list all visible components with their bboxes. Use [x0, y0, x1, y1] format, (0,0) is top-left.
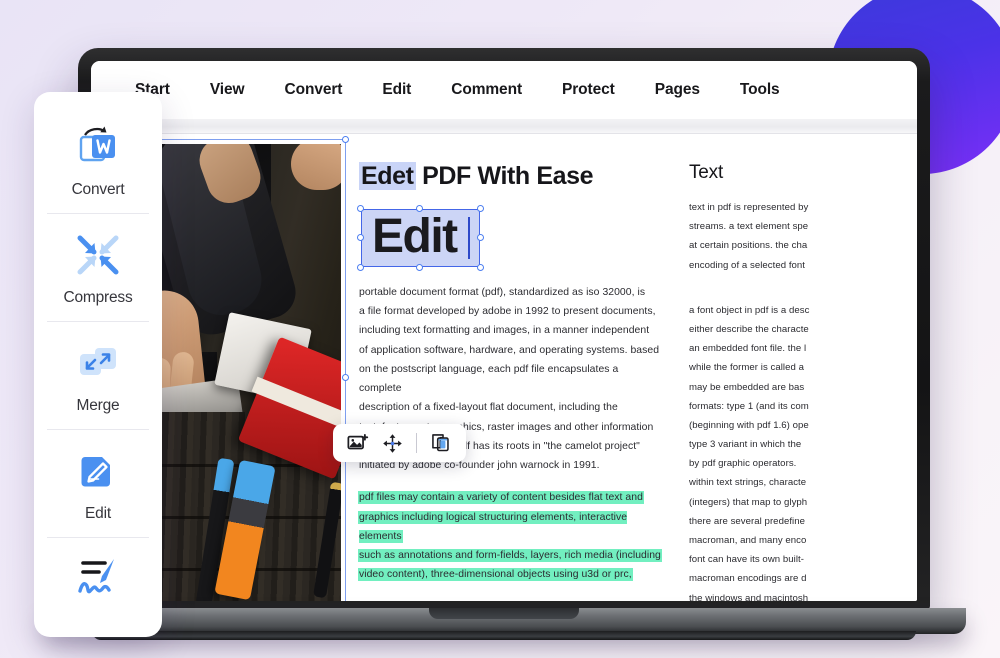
document-paragraph-3: and various other data formats. the pdf …	[359, 598, 661, 601]
paragraph-line: portable document format (pdf), standard…	[359, 286, 646, 298]
delete-icon[interactable]	[430, 432, 452, 454]
document-heading: Edet PDF With Ease	[359, 162, 661, 191]
paragraph-line: encoding of a selected font	[689, 259, 806, 271]
heading-rest: PDF With Ease	[415, 162, 594, 190]
paragraph-line: streams. a text element spe	[689, 221, 809, 233]
edit-textbox-value: Edit	[372, 210, 458, 263]
menu-item-view[interactable]: View	[210, 81, 245, 99]
sidebar-item-merge[interactable]: Merge	[34, 322, 162, 429]
compress-arrows-icon	[71, 228, 125, 282]
paragraph-line: (beginning with pdf 1.6) ope	[689, 419, 809, 431]
paragraph-line: formats: type 1 (and its com	[689, 400, 809, 412]
paragraph-line: by pdf graphic operators.	[689, 458, 797, 470]
paragraph-line: within text strings, characte	[689, 477, 807, 489]
paragraph-line: including text formatting and images, in…	[359, 325, 650, 337]
paragraph-line: an embedded font file. the l	[689, 343, 807, 355]
add-image-icon[interactable]	[347, 432, 369, 454]
laptop-foot	[92, 631, 916, 640]
paragraph-line: text in pdf is represented by	[689, 202, 809, 213]
right-paragraph-2: a font object in pdf is a desc either de…	[689, 301, 917, 601]
sidebar-label-convert: Convert	[71, 181, 125, 198]
convert-to-word-icon	[71, 120, 125, 174]
resize-handle-tr[interactable]	[342, 136, 349, 143]
paragraph-line: macroman encodings are d	[689, 573, 807, 585]
textbox-handle-bc[interactable]	[416, 263, 424, 271]
sidebar-label-edit: Edit	[85, 505, 111, 522]
paragraph-line: (integers) that map to glyph	[689, 496, 808, 508]
textbox-handle-tr[interactable]	[476, 205, 484, 212]
document-paragraph-highlighted: pdf files may contain a variety of conte…	[359, 488, 661, 584]
paragraph-line: type 3 variant in which the	[689, 439, 802, 451]
laptop-bezel: Start View Convert Edit Comment Protect …	[78, 48, 930, 610]
menu-item-edit[interactable]: Edit	[382, 81, 411, 99]
textbox-handle-mr[interactable]	[476, 233, 484, 241]
highlighted-line: video content), three-dimensional object…	[359, 569, 632, 581]
right-paragraph-1: text in pdf is represented by streams. a…	[689, 198, 917, 275]
paragraph-line: the windows and macintosh	[689, 592, 809, 601]
merge-pages-icon	[71, 336, 125, 390]
paragraph-line: description of a fixed-layout flat docum…	[359, 402, 618, 414]
textbox-handle-ml[interactable]	[357, 233, 364, 241]
menu-item-tools[interactable]: Tools	[740, 81, 780, 99]
paragraph-line: of application software, hardware, and o…	[359, 344, 660, 356]
textbox-handle-br[interactable]	[476, 263, 484, 271]
app-menubar: Start View Convert Edit Comment Protect …	[91, 61, 917, 119]
sidebar-item-convert[interactable]: Convert	[34, 106, 162, 213]
paragraph-line: at certain positions. the cha	[689, 240, 808, 252]
sidebar-label-compress: Compress	[63, 289, 133, 306]
sign-signature-icon	[69, 550, 127, 604]
paragraph-line: macroman, and many enco	[689, 535, 807, 546]
edit-textbox[interactable]: Edit	[357, 205, 484, 271]
sidebar-label-merge: Merge	[76, 397, 120, 414]
textbox-handle-tl[interactable]	[357, 205, 364, 212]
paragraph-line: there are several predefine	[689, 515, 806, 527]
menu-item-pages[interactable]: Pages	[655, 81, 700, 99]
menu-item-convert[interactable]: Convert	[284, 81, 342, 99]
move-icon[interactable]	[382, 433, 403, 454]
document-canvas: Edet PDF With Ease Edit portable documen…	[91, 134, 917, 601]
text-caret	[467, 217, 470, 259]
menu-item-comment[interactable]: Comment	[451, 81, 522, 99]
floating-context-toolbar	[333, 424, 466, 462]
right-column-heading: Text	[689, 162, 724, 183]
toolbar-divider	[416, 433, 417, 453]
sidebar-item-sign[interactable]	[34, 538, 162, 608]
paragraph-line: either describe the characte	[689, 323, 809, 335]
paragraph-line: while the former is called a	[689, 362, 804, 374]
menu-item-protect[interactable]: Protect	[562, 81, 615, 99]
sidebar-item-compress[interactable]: Compress	[34, 214, 162, 321]
highlighted-line: pdf files may contain a variety of conte…	[359, 492, 643, 504]
edit-pencil-icon	[71, 444, 125, 498]
laptop-mockup: Start View Convert Edit Comment Protect …	[42, 48, 966, 640]
right-text-column: Text text in pdf is represented by strea…	[667, 144, 917, 601]
highlighted-line: such as annotations and form-fields, lay…	[359, 550, 661, 562]
sidebar-item-edit[interactable]: Edit	[34, 430, 162, 537]
paragraph-line: and various other data formats. the pdf …	[359, 598, 661, 601]
main-text-column: Edet PDF With Ease Edit portable documen…	[333, 144, 667, 601]
highlighted-line: graphics including logical structuring e…	[359, 511, 628, 542]
paragraph-line: on the postscript language, each pdf fil…	[359, 363, 619, 395]
tool-sidebar-card: Convert Compress Merge Edit	[34, 92, 162, 637]
laptop-base-notch	[429, 608, 579, 619]
paragraph-line: a file format developed by adobe in 1992…	[359, 306, 656, 318]
toolbar-divider	[91, 119, 917, 134]
textbox-handle-bl[interactable]	[357, 263, 364, 271]
heading-selected-word[interactable]: Edet	[359, 162, 416, 190]
paragraph-line: a font object in pdf is a desc	[689, 304, 810, 316]
paragraph-line: font can have its own built-	[689, 554, 804, 566]
paragraph-line: may be embedded are bas	[689, 381, 805, 393]
laptop-screen: Start View Convert Edit Comment Protect …	[91, 61, 917, 601]
